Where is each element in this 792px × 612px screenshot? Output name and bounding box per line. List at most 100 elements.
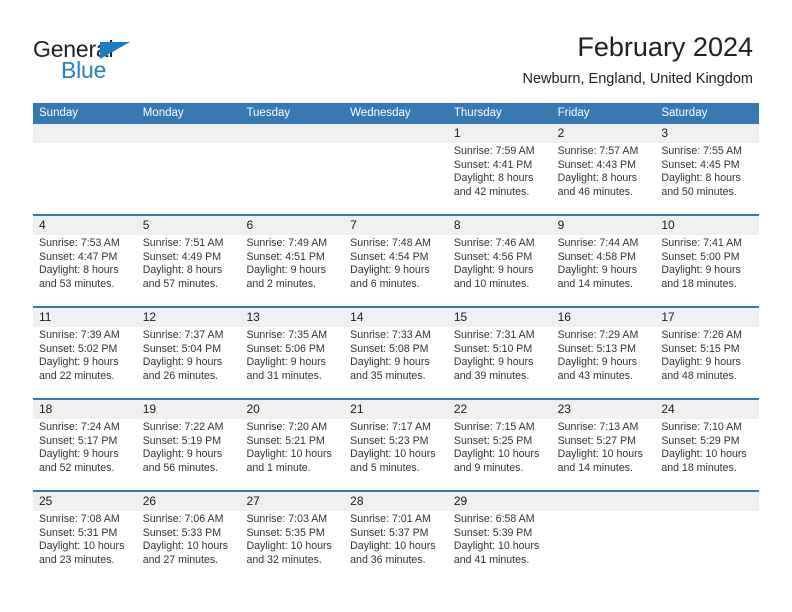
day-detail-line: Daylight: 10 hours xyxy=(246,448,332,461)
day-number[interactable]: 5 xyxy=(137,216,241,235)
day-detail-line: and 56 minutes. xyxy=(142,461,219,474)
day-number[interactable]: 11 xyxy=(33,308,137,327)
day-number-empty xyxy=(344,124,448,143)
day-number[interactable]: 27 xyxy=(240,492,344,511)
day-cell-details[interactable]: Sunrise: 7:08 AM Sunset: 5:31 PM Daylight:… xyxy=(33,511,137,582)
day-number[interactable]: 18 xyxy=(33,400,137,419)
day-number[interactable]: 10 xyxy=(655,216,759,235)
day-cell-details[interactable]: Sunrise: 7:37 AM Sunset: 5:04 PM Daylight:… xyxy=(137,327,241,398)
day-cell-details[interactable]: Sunrise: 7:51 AM Sunset: 4:49 PM Daylight:… xyxy=(137,235,241,306)
day-detail-line: Sunset: 4:41 PM xyxy=(453,158,533,171)
day-number[interactable]: 28 xyxy=(344,492,448,511)
day-cell-details[interactable]: Sunrise: 7:10 AM Sunset: 5:29 PM Daylight:… xyxy=(655,419,759,490)
day-detail-band: Sunrise: 7:08 AM Sunset: 5:31 PM Daylight:… xyxy=(33,511,759,582)
day-number[interactable]: 22 xyxy=(448,400,552,419)
day-cell-details[interactable]: Sunrise: 7:29 AM Sunset: 5:13 PM Daylight:… xyxy=(552,327,656,398)
day-number[interactable]: 19 xyxy=(137,400,241,419)
day-cell-details[interactable]: Sunrise: 7:48 AM Sunset: 4:54 PM Daylight:… xyxy=(344,235,448,306)
day-number[interactable]: 6 xyxy=(240,216,344,235)
day-cell-details[interactable]: Sunrise: 6:58 AM Sunset: 5:39 PM Daylight:… xyxy=(448,511,552,582)
day-cell-empty xyxy=(655,511,759,582)
day-detail-line: Sunrise: 7:55 AM xyxy=(661,145,742,157)
day-number[interactable]: 7 xyxy=(344,216,448,235)
day-cell-details[interactable]: Sunrise: 7:06 AM Sunset: 5:33 PM Daylight:… xyxy=(137,511,241,582)
day-number-empty xyxy=(240,124,344,143)
day-detail-line: and 2 minutes. xyxy=(246,277,316,290)
day-cell-details[interactable]: Sunrise: 7:13 AM Sunset: 5:27 PM Daylight:… xyxy=(552,419,656,490)
day-detail-line: Daylight: 9 hours xyxy=(453,356,534,369)
day-detail-line: and 41 minutes. xyxy=(453,553,530,566)
day-number[interactable]: 24 xyxy=(655,400,759,419)
day-detail-line: and 1 minute. xyxy=(246,461,311,474)
day-cell-details[interactable]: Sunrise: 7:49 AM Sunset: 4:51 PM Daylight:… xyxy=(240,235,344,306)
day-cell-details[interactable]: Sunrise: 7:39 AM Sunset: 5:02 PM Daylight:… xyxy=(33,327,137,398)
day-cell-details[interactable]: Sunrise: 7:59 AM Sunset: 4:41 PM Daylight:… xyxy=(448,143,552,214)
day-number[interactable]: 17 xyxy=(655,308,759,327)
day-detail-line: Sunrise: 7:44 AM xyxy=(557,237,639,249)
weekday-header-thursday: Thursday xyxy=(453,107,502,119)
day-number[interactable]: 20 xyxy=(240,400,344,419)
day-number[interactable]: 26 xyxy=(137,492,241,511)
day-cell-details[interactable]: Sunrise: 7:15 AM Sunset: 5:25 PM Daylight:… xyxy=(448,419,552,490)
day-detail-line: Sunrise: 7:57 AM xyxy=(557,145,639,157)
day-cell-details[interactable]: Sunrise: 7:35 AM Sunset: 5:06 PM Daylight:… xyxy=(240,327,344,398)
day-detail-line: and 22 minutes. xyxy=(39,369,115,382)
day-number[interactable]: 23 xyxy=(552,400,656,419)
day-number[interactable]: 21 xyxy=(344,400,448,419)
day-cell-details[interactable]: Sunrise: 7:53 AM Sunset: 4:47 PM Daylight:… xyxy=(33,235,137,306)
day-number[interactable]: 3 xyxy=(655,124,759,143)
day-detail-line: Sunset: 5:19 PM xyxy=(142,434,222,447)
day-detail-line: Sunset: 5:37 PM xyxy=(350,526,429,539)
day-detail-line: Daylight: 8 hours xyxy=(557,172,638,185)
calendar-week-row: 11 12 13 14 15 16 17 Sunrise: 7:39 AM Sunset: 5:… xyxy=(33,306,759,398)
day-detail-line: Daylight: 9 hours xyxy=(39,448,119,461)
day-number[interactable]: 15 xyxy=(448,308,552,327)
day-cell-details[interactable]: Sunrise: 7:46 AM Sunset: 4:56 PM Daylight:… xyxy=(448,235,552,306)
day-cell-details[interactable]: Sunrise: 7:03 AM Sunset: 5:35 PM Daylight:… xyxy=(240,511,344,582)
brand-name-blue: Blue xyxy=(61,57,107,83)
day-number[interactable]: 8 xyxy=(448,216,552,235)
day-number[interactable]: 13 xyxy=(240,308,344,327)
day-cell-empty xyxy=(33,143,137,214)
day-number-empty xyxy=(33,124,137,143)
calendar-week-row: 4 5 6 7 8 9 10 Sunrise: 7:53 AM Sunset: 4:47 PM D… xyxy=(33,214,759,306)
day-number-empty xyxy=(655,492,759,511)
day-number[interactable]: 9 xyxy=(552,216,656,235)
day-cell-details[interactable]: Sunrise: 7:55 AM Sunset: 4:45 PM Daylight:… xyxy=(655,143,759,214)
day-detail-line: Daylight: 10 hours xyxy=(453,540,540,553)
day-detail-line: Sunrise: 7:41 AM xyxy=(661,237,742,249)
day-cell-details[interactable]: Sunrise: 7:41 AM Sunset: 5:00 PM Daylight:… xyxy=(655,235,759,306)
brand-logo[interactable]: General Blue xyxy=(33,36,233,86)
day-detail-line: Sunset: 4:58 PM xyxy=(557,250,636,263)
day-number[interactable]: 2 xyxy=(552,124,656,143)
day-cell-details[interactable]: Sunrise: 7:26 AM Sunset: 5:15 PM Daylight:… xyxy=(655,327,759,398)
day-number[interactable]: 12 xyxy=(137,308,241,327)
day-cell-details[interactable]: Sunrise: 7:17 AM Sunset: 5:23 PM Daylight:… xyxy=(344,419,448,490)
page-title: February 2024 xyxy=(577,32,753,62)
day-number[interactable]: 16 xyxy=(552,308,656,327)
day-number[interactable]: 4 xyxy=(33,216,137,235)
day-detail-line: Sunset: 5:15 PM xyxy=(661,342,740,355)
day-cell-details[interactable]: Sunrise: 7:44 AM Sunset: 4:58 PM Daylight:… xyxy=(552,235,656,306)
calendar-weeks: 1 2 3 Sunrise: 7:59 AM Sunset: 4:41 PM Daylig… xyxy=(33,124,759,582)
day-detail-line: Sunrise: 7:22 AM xyxy=(142,421,224,433)
day-cell-details[interactable]: Sunrise: 7:22 AM Sunset: 5:19 PM Daylight:… xyxy=(137,419,241,490)
day-detail-line: and 53 minutes. xyxy=(39,277,115,290)
day-cell-details[interactable]: Sunrise: 7:01 AM Sunset: 5:37 PM Daylight:… xyxy=(344,511,448,582)
day-detail-line: Sunset: 5:10 PM xyxy=(453,342,533,355)
day-detail-line: Sunset: 5:17 PM xyxy=(39,434,118,447)
day-cell-details[interactable]: Sunrise: 7:57 AM Sunset: 4:43 PM Daylight:… xyxy=(552,143,656,214)
day-number[interactable]: 1 xyxy=(448,124,552,143)
day-cell-details[interactable]: Sunrise: 7:33 AM Sunset: 5:08 PM Daylight:… xyxy=(344,327,448,398)
day-number[interactable]: 29 xyxy=(448,492,552,511)
day-cell-details[interactable]: Sunrise: 7:24 AM Sunset: 5:17 PM Daylight:… xyxy=(33,419,137,490)
day-number[interactable]: 14 xyxy=(344,308,448,327)
day-cell-details[interactable]: Sunrise: 7:20 AM Sunset: 5:21 PM Daylight:… xyxy=(240,419,344,490)
day-detail-line: Daylight: 10 hours xyxy=(661,448,747,461)
day-detail-line: Sunrise: 7:26 AM xyxy=(661,329,742,341)
day-cell-details[interactable]: Sunrise: 7:31 AM Sunset: 5:10 PM Daylight:… xyxy=(448,327,552,398)
day-number[interactable]: 25 xyxy=(33,492,137,511)
calendar-week-row: 18 19 20 21 22 23 24 Sunrise: 7:24 AM Sunset: 5:… xyxy=(33,398,759,490)
location-subtitle: Newburn, England, United Kingdom xyxy=(522,71,753,87)
day-detail-line: and 26 minutes. xyxy=(142,369,219,382)
